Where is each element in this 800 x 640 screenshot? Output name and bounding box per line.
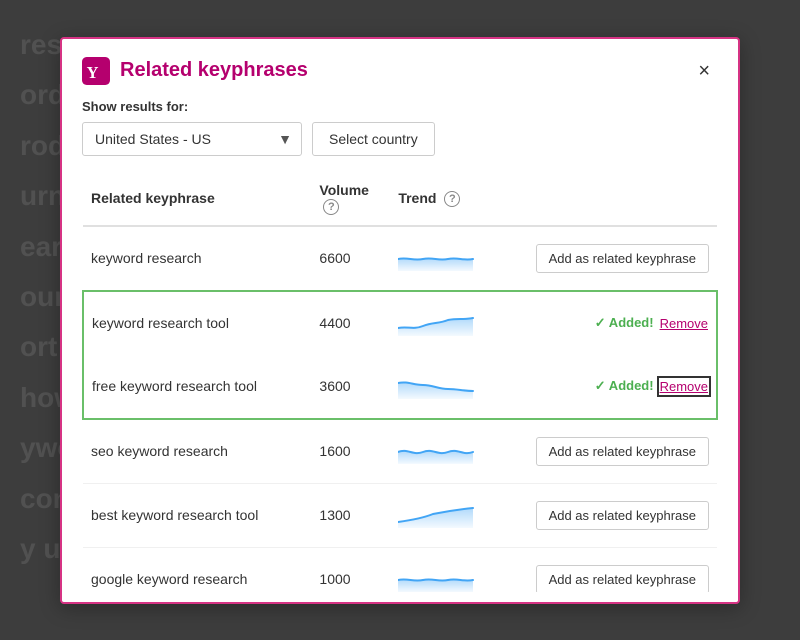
- trend-help-icon[interactable]: ?: [444, 191, 460, 207]
- trend-chart: [398, 432, 478, 471]
- action-cell: Add as related keyphrase: [518, 547, 717, 591]
- country-select[interactable]: United States - US United Kingdom - UK C…: [82, 122, 302, 156]
- remove-button[interactable]: Remove: [660, 379, 708, 394]
- table-row: google keyword research1000 Add as relat…: [83, 547, 717, 591]
- action-cell: Add as related keyphrase: [518, 483, 717, 547]
- volume-cell: 1600: [311, 419, 390, 484]
- modal-title: Related keyphrases: [120, 59, 308, 82]
- add-keyphrase-button[interactable]: Add as related keyphrase: [536, 565, 709, 592]
- volume-help-icon[interactable]: ?: [323, 199, 339, 215]
- col-header-action: [518, 172, 717, 226]
- keyphrase-cell: google keyword research: [83, 547, 311, 591]
- trend-chart: [398, 367, 478, 406]
- yoast-icon: Y: [82, 57, 110, 85]
- trend-cell: [390, 419, 517, 484]
- add-keyphrase-button[interactable]: Add as related keyphrase: [536, 501, 709, 530]
- add-keyphrase-button[interactable]: Add as related keyphrase: [536, 437, 709, 466]
- col-header-keyphrase: Related keyphrase: [83, 172, 311, 226]
- trend-chart: [398, 239, 478, 278]
- table-row: keyword research6600 Add as related keyp…: [83, 226, 717, 291]
- remove-button[interactable]: Remove: [660, 316, 708, 331]
- table-row: free keyword research tool3600 ✓ Added! R…: [83, 355, 717, 419]
- trend-cell: [390, 547, 517, 591]
- trend-cell: [390, 226, 517, 291]
- modal-body: Show results for: United States - US Uni…: [62, 99, 738, 602]
- action-cell: ✓ Added! Remove: [518, 291, 717, 355]
- keyphrases-table: Related keyphrase Volume ? Trend ?: [82, 172, 718, 592]
- volume-cell: 1300: [311, 483, 390, 547]
- trend-cell: [390, 355, 517, 419]
- action-cell: Add as related keyphrase: [518, 419, 717, 484]
- modal-title-row: Y Related keyphrases: [82, 57, 308, 85]
- added-check: ✓ Added!: [595, 315, 654, 331]
- country-row: United States - US United Kingdom - UK C…: [82, 122, 718, 156]
- volume-cell: 4400: [311, 291, 390, 355]
- table-row: seo keyword research1600 Add as related …: [83, 419, 717, 484]
- col-header-volume: Volume ?: [311, 172, 390, 226]
- keyphrase-cell: keyword research tool: [83, 291, 311, 355]
- trend-chart: [398, 496, 478, 535]
- keyphrase-cell: free keyword research tool: [83, 355, 311, 419]
- svg-text:Y: Y: [87, 63, 99, 82]
- table-header-row: Related keyphrase Volume ? Trend ?: [83, 172, 717, 226]
- trend-cell: [390, 483, 517, 547]
- trend-cell: [390, 291, 517, 355]
- added-row: ✓ Added! Remove: [526, 378, 708, 394]
- action-cell: ✓ Added! Remove: [518, 355, 717, 419]
- close-button[interactable]: ×: [690, 57, 718, 85]
- keyphrase-cell: seo keyword research: [83, 419, 311, 484]
- add-keyphrase-button[interactable]: Add as related keyphrase: [536, 244, 709, 273]
- country-select-wrapper: United States - US United Kingdom - UK C…: [82, 122, 302, 156]
- keyphrase-cell: keyword research: [83, 226, 311, 291]
- added-check: ✓ Added!: [595, 378, 654, 394]
- col-header-trend: Trend ?: [390, 172, 517, 226]
- table-wrapper: Related keyphrase Volume ? Trend ?: [82, 172, 718, 592]
- table-row: best keyword research tool1300 Add as re…: [83, 483, 717, 547]
- trend-chart: [398, 304, 478, 343]
- volume-cell: 6600: [311, 226, 390, 291]
- volume-cell: 3600: [311, 355, 390, 419]
- table-row: keyword research tool4400 ✓ Added! Remove: [83, 291, 717, 355]
- trend-chart: [398, 560, 478, 592]
- action-cell: Add as related keyphrase: [518, 226, 717, 291]
- added-row: ✓ Added! Remove: [526, 315, 708, 331]
- show-results-label: Show results for:: [82, 99, 718, 114]
- select-country-button[interactable]: Select country: [312, 122, 435, 156]
- modal-dialog: Y Related keyphrases × Show results for:…: [60, 37, 740, 604]
- table-body: keyword research6600 Add as related keyp…: [83, 226, 717, 592]
- modal-header: Y Related keyphrases ×: [62, 39, 738, 99]
- keyphrase-cell: best keyword research tool: [83, 483, 311, 547]
- volume-cell: 1000: [311, 547, 390, 591]
